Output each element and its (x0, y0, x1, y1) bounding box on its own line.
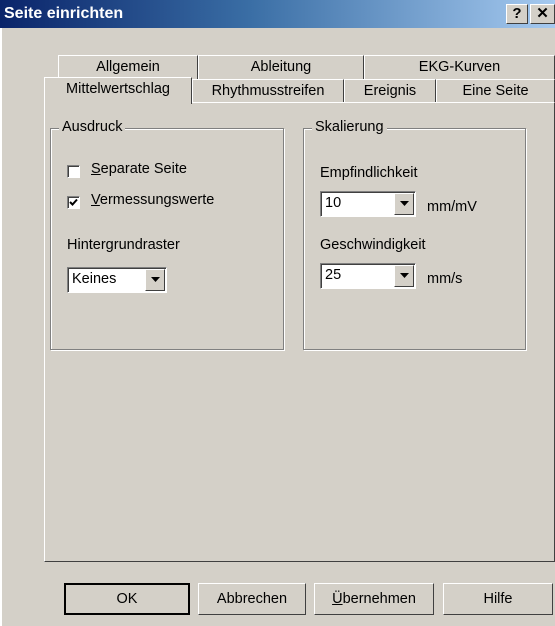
speed-select-dropdown-button[interactable] (394, 265, 414, 287)
grid-label: Hintergrundraster (67, 237, 180, 253)
tab-mittelwertschlag[interactable]: Mittelwertschlag (44, 77, 192, 104)
ok-button-label: OK (116, 591, 138, 607)
apply-button[interactable]: Übernehmen (314, 583, 434, 615)
grid-select-value: Keines (72, 271, 117, 287)
tab-label: Ereignis (363, 83, 417, 99)
tab-label: Mittelwertschlag (66, 81, 170, 97)
sensitivity-label: Empfindlichkeit (320, 165, 418, 181)
help-title-button[interactable]: ? (506, 4, 528, 24)
chevron-down-icon (151, 277, 160, 282)
label-text: eparate Seite (100, 161, 187, 177)
skalierung-group: Skalierung Empfindlichkeit 10 mm/mV Gesc… (303, 119, 526, 350)
help-button-label: Hilfe (483, 591, 513, 607)
grid-select-dropdown-button[interactable] (145, 269, 165, 291)
apply-button-label: Übernehmen (332, 591, 416, 607)
tab-label: Eine Seite (462, 83, 529, 99)
title-bar[interactable]: Seite einrichten ? ✕ (0, 0, 555, 28)
speed-select-value: 25 (325, 267, 342, 283)
tab-eine-seite[interactable]: Eine Seite (436, 79, 555, 103)
ausdruck-group: Ausdruck Separate Seite Vermessungswerte… (50, 119, 284, 350)
separate-page-checkbox[interactable] (67, 165, 80, 178)
tab-allgemein[interactable]: Allgemein (58, 55, 198, 79)
ausdruck-legend: Ausdruck (59, 119, 126, 135)
tab-ekg-kurven[interactable]: EKG-Kurven (364, 55, 555, 79)
mnemonic-letter: V (91, 192, 100, 208)
label-text: ermessungswerte (99, 192, 215, 208)
tab-rhythmusstreifen[interactable]: Rhythmusstreifen (192, 79, 344, 103)
sensitivity-select-dropdown-button[interactable] (394, 193, 414, 215)
ok-button[interactable]: OK (64, 583, 190, 615)
sensitivity-select[interactable]: 10 (320, 191, 416, 217)
tab-label: Rhythmusstreifen (211, 83, 325, 99)
speed-unit: mm/s (427, 271, 463, 287)
help-button[interactable]: Hilfe (443, 583, 553, 615)
skalierung-legend: Skalierung (312, 119, 387, 135)
chevron-down-icon (400, 201, 409, 206)
question-icon: ? (512, 5, 522, 22)
window-title: Seite einrichten (4, 5, 124, 22)
tab-ereignis[interactable]: Ereignis (344, 79, 436, 103)
tab-ableitung[interactable]: Ableitung (198, 55, 364, 79)
checkmark-icon (69, 198, 78, 206)
sensitivity-unit: mm/mV (427, 199, 477, 215)
grid-select[interactable]: Keines (67, 267, 167, 293)
label-text: bernehmen (342, 591, 416, 607)
mnemonic-letter: S (91, 161, 101, 177)
tab-panel: Ausdruck Separate Seite Vermessungswerte… (44, 102, 555, 562)
chevron-down-icon (400, 273, 409, 278)
tab-label: EKG-Kurven (418, 59, 501, 75)
close-title-button[interactable]: ✕ (530, 4, 555, 24)
mnemonic-letter: Ü (332, 591, 343, 607)
cancel-button-label: Abbrechen (216, 591, 288, 607)
speed-label: Geschwindigkeit (320, 237, 426, 253)
tab-label: Ableitung (250, 59, 312, 75)
measurements-checkbox[interactable] (67, 196, 80, 209)
tab-label: Allgemein (96, 59, 160, 75)
sensitivity-select-value: 10 (325, 195, 342, 211)
cancel-button[interactable]: Abbrechen (198, 583, 306, 615)
close-icon: ✕ (536, 5, 549, 22)
window-border (0, 28, 2, 626)
measurements-label[interactable]: Vermessungswerte (91, 192, 214, 208)
speed-select[interactable]: 25 (320, 263, 416, 289)
separate-page-label[interactable]: Separate Seite (91, 161, 187, 177)
